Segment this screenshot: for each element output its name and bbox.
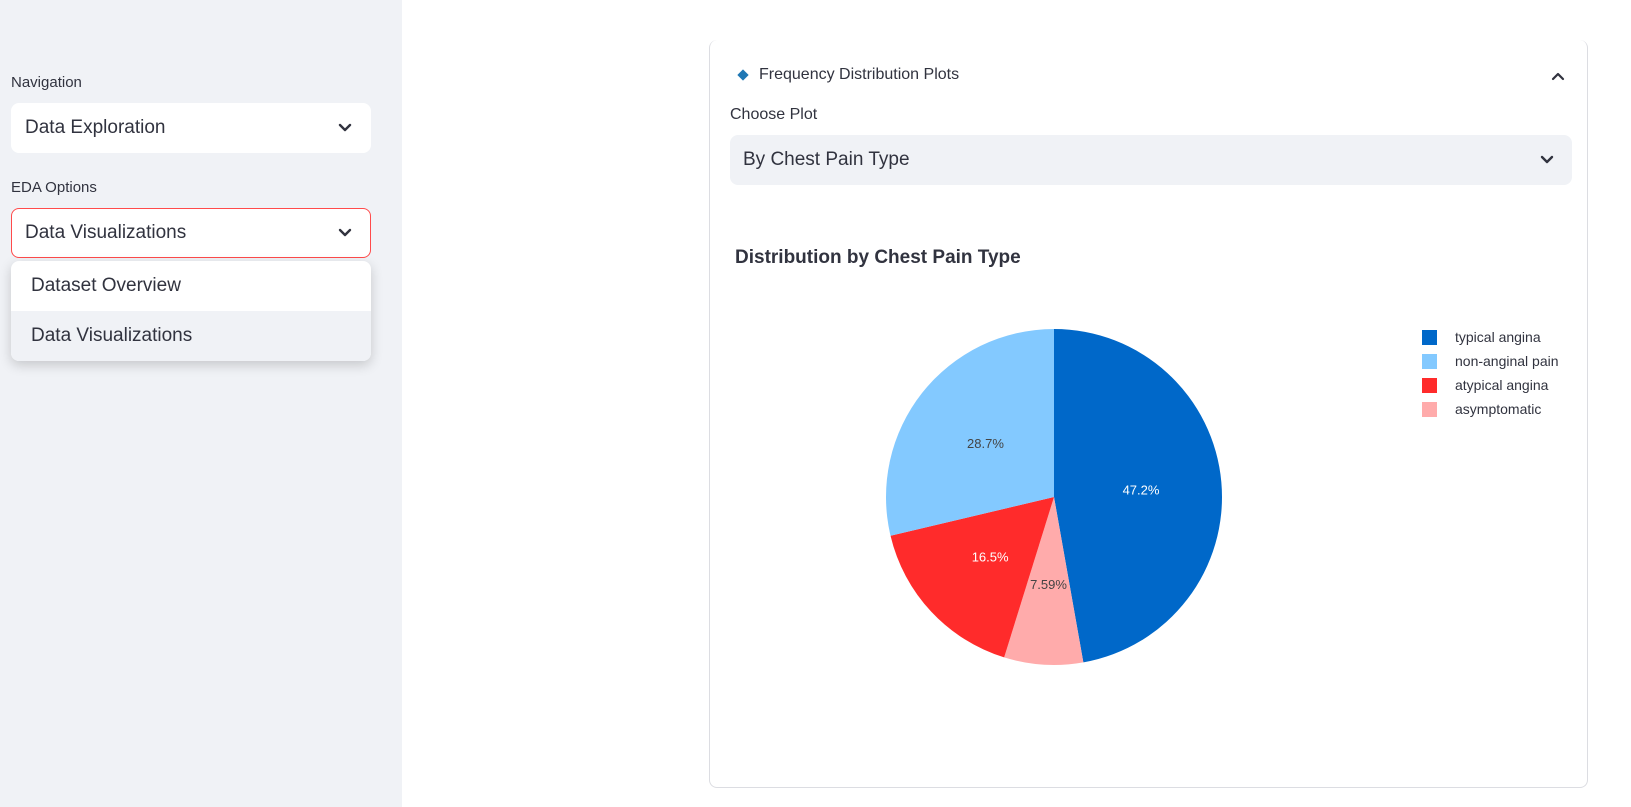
legend-label: non-anginal pain bbox=[1455, 353, 1559, 369]
chevron-down-icon bbox=[336, 119, 354, 137]
legend-label: atypical angina bbox=[1455, 377, 1549, 393]
frequency-distribution-expander: Frequency Distribution Plots Choose Plot… bbox=[709, 40, 1588, 788]
pie-label-typical-angina: 47.2% bbox=[1123, 482, 1160, 497]
legend-label: typical angina bbox=[1455, 329, 1541, 345]
sidebar: Navigation Data Exploration EDA Options … bbox=[0, 0, 402, 807]
pie-label-atypical-angina: 16.5% bbox=[972, 550, 1009, 565]
pie-label-asymptomatic: 7.59% bbox=[1030, 577, 1067, 592]
legend-item-atypical-angina[interactable]: atypical angina bbox=[1422, 373, 1559, 397]
legend-swatch bbox=[1422, 353, 1437, 369]
legend-swatch bbox=[1422, 401, 1437, 417]
navigation-select-value: Data Exploration bbox=[25, 117, 166, 138]
chart-legend: typical angina non-anginal pain atypical a… bbox=[1422, 325, 1559, 421]
pie-label-non-anginal-pain: 28.7% bbox=[967, 436, 1004, 451]
dropdown-option-dataset-overview[interactable]: Dataset Overview bbox=[11, 261, 371, 311]
dropdown-option-data-visualizations[interactable]: Data Visualizations bbox=[11, 311, 371, 361]
legend-swatch bbox=[1422, 377, 1437, 393]
navigation-label: Navigation bbox=[11, 74, 82, 91]
legend-swatch bbox=[1422, 329, 1437, 345]
eda-options-label: EDA Options bbox=[11, 179, 97, 196]
legend-label: asymptomatic bbox=[1455, 401, 1542, 417]
eda-options-select-value: Data Visualizations bbox=[25, 222, 187, 243]
chevron-down-icon bbox=[336, 224, 354, 242]
legend-item-non-anginal-pain[interactable]: non-anginal pain bbox=[1422, 349, 1559, 373]
navigation-select[interactable]: Data Exploration bbox=[11, 103, 371, 153]
eda-options-dropdown: Dataset Overview Data Visualizations bbox=[11, 261, 371, 361]
legend-item-typical-angina[interactable]: typical angina bbox=[1422, 325, 1559, 349]
eda-options-select[interactable]: Data Visualizations bbox=[11, 208, 371, 258]
legend-item-asymptomatic[interactable]: asymptomatic bbox=[1422, 397, 1559, 421]
